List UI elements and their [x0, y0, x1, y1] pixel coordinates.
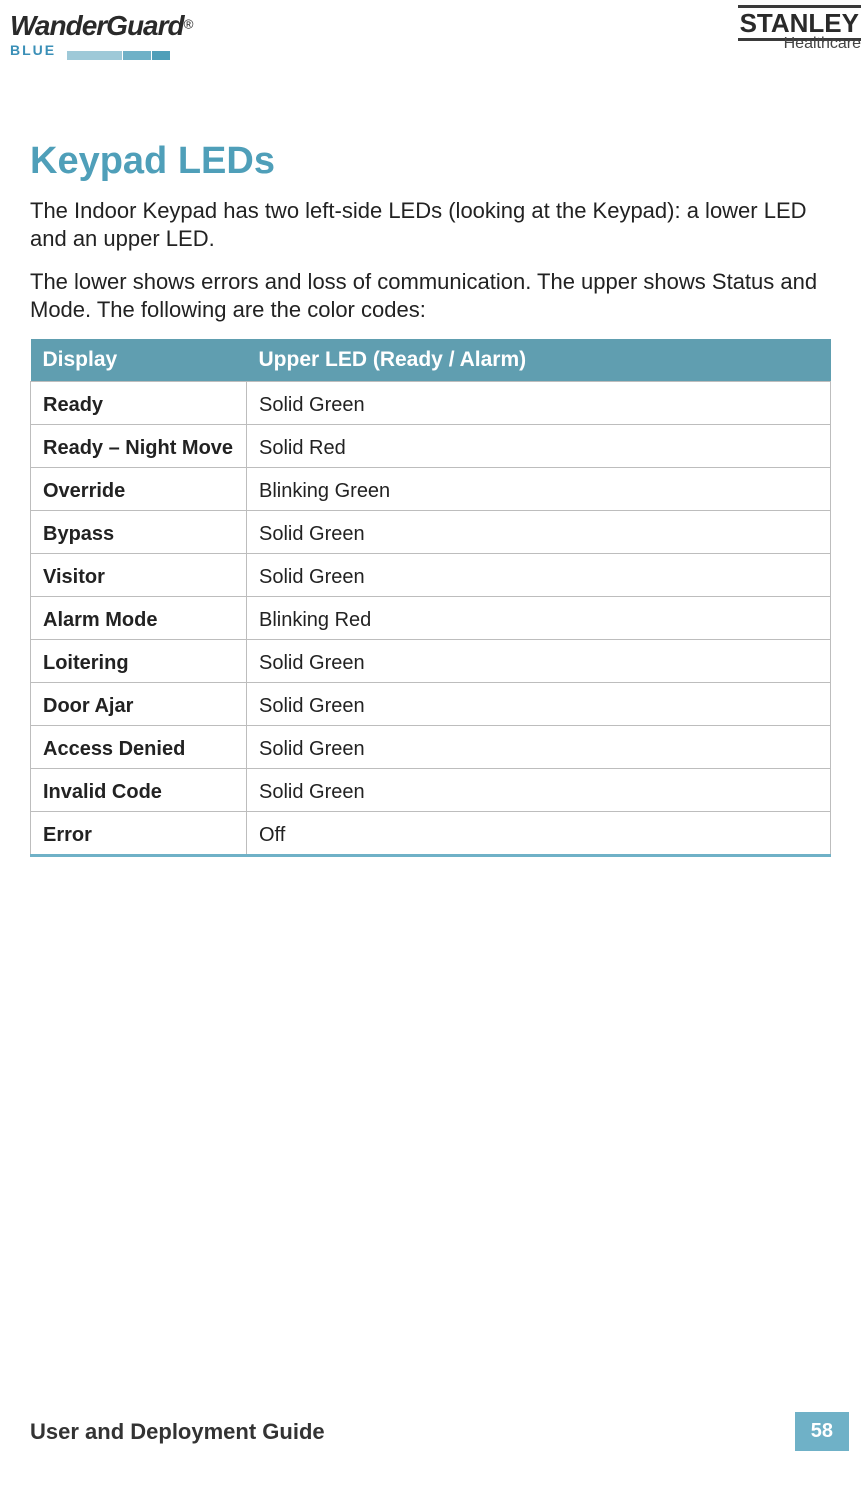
page-number: 58 — [795, 1412, 849, 1451]
table-cell-display: Loitering — [31, 640, 247, 683]
product-sub: BLUE — [10, 42, 56, 58]
table-cell-led: Off — [247, 812, 831, 856]
table-cell-led: Solid Green — [247, 382, 831, 425]
section-title: Keypad LEDs — [30, 140, 831, 183]
page-content: Keypad LEDs The Indoor Keypad has two le… — [0, 60, 861, 857]
table-cell-led: Blinking Green — [247, 468, 831, 511]
table-cell-display: Visitor — [31, 554, 247, 597]
table-cell-led: Solid Green — [247, 554, 831, 597]
product-logo: WanderGuard® BLUE — [10, 10, 260, 60]
table-row: ErrorOff — [31, 812, 831, 856]
table-cell-led: Solid Red — [247, 425, 831, 468]
table-cell-led: Solid Green — [247, 511, 831, 554]
table-row: OverrideBlinking Green — [31, 468, 831, 511]
intro-paragraph-2: The lower shows errors and loss of commu… — [30, 268, 831, 323]
table-row: Ready – Night MoveSolid Red — [31, 425, 831, 468]
table-row: Door AjarSolid Green — [31, 683, 831, 726]
table-cell-display: Error — [31, 812, 247, 856]
table-row: Invalid CodeSolid Green — [31, 769, 831, 812]
table-cell-led: Solid Green — [247, 769, 831, 812]
table-header-display: Display — [31, 339, 247, 382]
table-header-upper-led: Upper LED (Ready / Alarm) — [247, 339, 831, 382]
company-logo: STANLEY Healthcare — [738, 10, 861, 52]
table-header-row: Display Upper LED (Ready / Alarm) — [31, 339, 831, 382]
table-row: VisitorSolid Green — [31, 554, 831, 597]
table-cell-display: Alarm Mode — [31, 597, 247, 640]
registered-mark: ® — [184, 17, 194, 32]
table-cell-display: Override — [31, 468, 247, 511]
table-cell-display: Access Denied — [31, 726, 247, 769]
table-cell-display: Ready — [31, 382, 247, 425]
table-row: Alarm ModeBlinking Red — [31, 597, 831, 640]
table-row: ReadySolid Green — [31, 382, 831, 425]
footer-title: User and Deployment Guide — [30, 1419, 325, 1445]
table-row: LoiteringSolid Green — [31, 640, 831, 683]
page-header: WanderGuard® BLUE STANLEY Healthcare — [0, 0, 861, 60]
table-cell-led: Solid Green — [247, 683, 831, 726]
table-cell-led: Blinking Red — [247, 597, 831, 640]
page-footer: User and Deployment Guide 58 — [30, 1412, 849, 1451]
table-cell-display: Door Ajar — [31, 683, 247, 726]
table-row: Access DeniedSolid Green — [31, 726, 831, 769]
table-cell-display: Invalid Code — [31, 769, 247, 812]
product-name: WanderGuard — [10, 10, 184, 41]
intro-paragraph-1: The Indoor Keypad has two left-side LEDs… — [30, 197, 831, 252]
table-row: BypassSolid Green — [31, 511, 831, 554]
table-cell-display: Ready – Night Move — [31, 425, 247, 468]
logo-bars-icon — [67, 42, 171, 60]
table-cell-display: Bypass — [31, 511, 247, 554]
led-codes-table: Display Upper LED (Ready / Alarm) ReadyS… — [30, 339, 831, 857]
table-cell-led: Solid Green — [247, 726, 831, 769]
table-cell-led: Solid Green — [247, 640, 831, 683]
